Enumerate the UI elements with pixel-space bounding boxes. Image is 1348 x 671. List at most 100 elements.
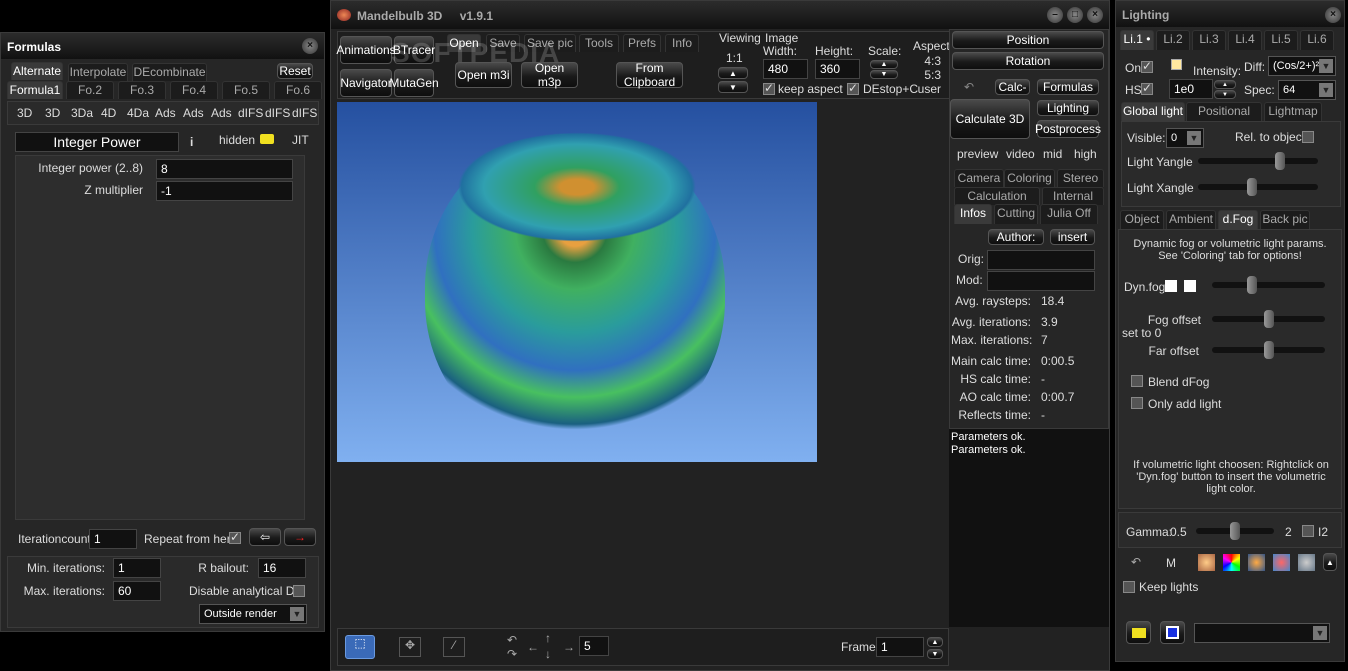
keep-aspect-checkbox[interactable] (763, 81, 775, 95)
quality-high[interactable]: high (1074, 147, 1097, 161)
far-offset-slider[interactable] (1212, 341, 1325, 359)
arrow-left-icon[interactable]: ← (527, 640, 539, 654)
arrow-right-icon[interactable]: → (563, 640, 575, 654)
animations-button[interactable]: Animations (336, 36, 396, 64)
tab-info[interactable]: Info (665, 34, 699, 52)
max-iter-input[interactable]: 60 (113, 581, 161, 601)
lighting-button[interactable]: Lighting (1037, 100, 1099, 116)
scale-up-button[interactable]: ▲ (870, 60, 898, 69)
destop-checkbox[interactable] (847, 81, 859, 95)
yangle-slider[interactable] (1198, 152, 1318, 170)
postprocess-button[interactable]: Postprocess (1035, 120, 1101, 138)
tab-formula-6[interactable]: Fo.6 (274, 81, 322, 99)
blend-dfog-checkbox[interactable] (1131, 375, 1143, 387)
hs-checkbox[interactable] (1141, 81, 1153, 95)
formula-type-difs[interactable]: dIFS (238, 106, 263, 120)
formula-type-3d[interactable]: 3D (45, 106, 60, 120)
rel-object-checkbox[interactable] (1302, 131, 1314, 143)
author-button[interactable]: Author: (988, 229, 1044, 245)
formula-type-4da[interactable]: 4Da (127, 106, 149, 120)
next-formula-button[interactable]: → (284, 528, 316, 546)
tab-global-light[interactable]: Global light (1121, 102, 1185, 121)
tab-formula-2[interactable]: Fo.2 (66, 81, 114, 99)
i2-checkbox[interactable] (1302, 525, 1314, 537)
intensity-up-button[interactable]: ▲ (1214, 80, 1236, 89)
calculate-3d-button[interactable]: Calculate 3D (950, 99, 1030, 139)
xangle-slider[interactable] (1198, 178, 1318, 196)
formula-type-ads[interactable]: Ads (183, 106, 204, 120)
render-view[interactable] (337, 102, 817, 462)
diff-select[interactable]: (Cos/2+)² ▼ (1268, 56, 1336, 76)
save-lights-button[interactable] (1160, 621, 1185, 644)
tab-stereo[interactable]: Stereo (1057, 169, 1104, 187)
tab-coloring[interactable]: Coloring (1004, 169, 1055, 187)
tab-light-4[interactable]: Li.4 (1228, 30, 1262, 50)
quality-video[interactable]: video (1006, 147, 1035, 161)
jit-button[interactable]: JIT (292, 133, 309, 147)
tab-formula-4[interactable]: Fo.4 (170, 81, 218, 99)
light-preset-select[interactable]: ▼ (1194, 623, 1330, 643)
height-input[interactable]: 360 (815, 59, 860, 79)
light-preset-3-icon[interactable] (1248, 554, 1265, 571)
hidden-button[interactable]: hidden (219, 133, 255, 147)
close-icon[interactable]: × (1325, 7, 1341, 23)
maximize-icon[interactable]: □ (1067, 7, 1083, 23)
tab-light-6[interactable]: Li.6 (1300, 30, 1334, 50)
light-preset-2-icon[interactable] (1223, 554, 1240, 571)
arrow-down-icon[interactable]: ↓ (545, 647, 551, 661)
iterationcount-input[interactable]: 1 (89, 529, 137, 549)
width-input[interactable]: 480 (763, 59, 808, 79)
param-z-multiplier[interactable]: -1 (156, 181, 293, 201)
quality-mid[interactable]: mid (1043, 147, 1062, 161)
only-add-light-checkbox[interactable] (1131, 397, 1143, 409)
tab-decombinate[interactable]: DEcombinate (132, 63, 207, 81)
tab-positional-light[interactable]: Positional light (1186, 102, 1262, 135)
tab-alternate[interactable]: Alternate (11, 62, 63, 80)
close-icon[interactable]: × (302, 38, 318, 54)
formula-type-difs[interactable]: dIFS (265, 106, 290, 120)
intensity-input[interactable]: 1e0 (1169, 79, 1213, 99)
formula-type-3da[interactable]: 3Da (71, 106, 93, 120)
calc-minus-button[interactable]: Calc- (995, 79, 1030, 95)
formula-type-3d[interactable]: 3D (17, 106, 32, 120)
keep-lights-checkbox[interactable] (1123, 581, 1135, 593)
scroll-up-button[interactable]: ▲ (1323, 553, 1337, 571)
tab-light-2[interactable]: Li.2 (1156, 30, 1190, 50)
tab-light-3[interactable]: Li.3 (1192, 30, 1226, 50)
prev-formula-button[interactable]: ⇦ (249, 528, 281, 546)
tab-prefs[interactable]: Prefs (623, 34, 661, 52)
slider-knob[interactable] (1263, 310, 1274, 328)
open-lights-button[interactable] (1126, 621, 1151, 644)
slider-knob[interactable] (1246, 276, 1257, 294)
insert-button[interactable]: insert (1050, 229, 1095, 245)
formula-type-ads[interactable]: Ads (155, 106, 176, 120)
visible-select[interactable]: 0 ▼ (1166, 128, 1204, 148)
viewing-up-button[interactable]: ▲ (718, 67, 748, 79)
repeat-checkbox[interactable] (229, 530, 241, 544)
tab-interpolate[interactable]: Interpolate (68, 63, 128, 81)
formulas-button[interactable]: Formulas (1037, 79, 1099, 95)
tab-d-fog[interactable]: d.Fog (1218, 210, 1258, 229)
mod-input[interactable] (987, 271, 1095, 291)
render-mode-select[interactable]: Outside render ▼ (199, 604, 307, 624)
light-preset-1-icon[interactable] (1198, 554, 1215, 571)
tab-lightmap[interactable]: Lightmap (1264, 102, 1322, 121)
rotate-right-icon[interactable]: ↷ (507, 647, 517, 661)
from-clipboard-button[interactable]: From Clipboard (616, 61, 683, 89)
slider-knob[interactable] (1263, 341, 1274, 359)
dynfog-slider[interactable] (1212, 276, 1325, 294)
slider-knob[interactable] (1274, 152, 1285, 170)
tab-camera[interactable]: Camera (954, 169, 1004, 187)
min-iter-input[interactable]: 1 (113, 558, 161, 578)
formula-name[interactable]: Integer Power (15, 132, 179, 152)
minimize-icon[interactable]: – (1047, 7, 1063, 23)
tab-calculation[interactable]: Calculation (954, 187, 1040, 205)
undo-icon[interactable]: ↶ (964, 80, 974, 94)
tab-formula-3[interactable]: Fo.3 (118, 81, 166, 99)
frame-down-button[interactable]: ▼ (927, 649, 943, 659)
light-preset-5-icon[interactable] (1298, 554, 1315, 571)
aspect-5-3[interactable]: 5:3 (911, 68, 941, 82)
light-color-swatch[interactable] (1171, 59, 1182, 70)
dynfog-color-1[interactable] (1165, 280, 1177, 292)
tab-light-5[interactable]: Li.5 (1264, 30, 1298, 50)
